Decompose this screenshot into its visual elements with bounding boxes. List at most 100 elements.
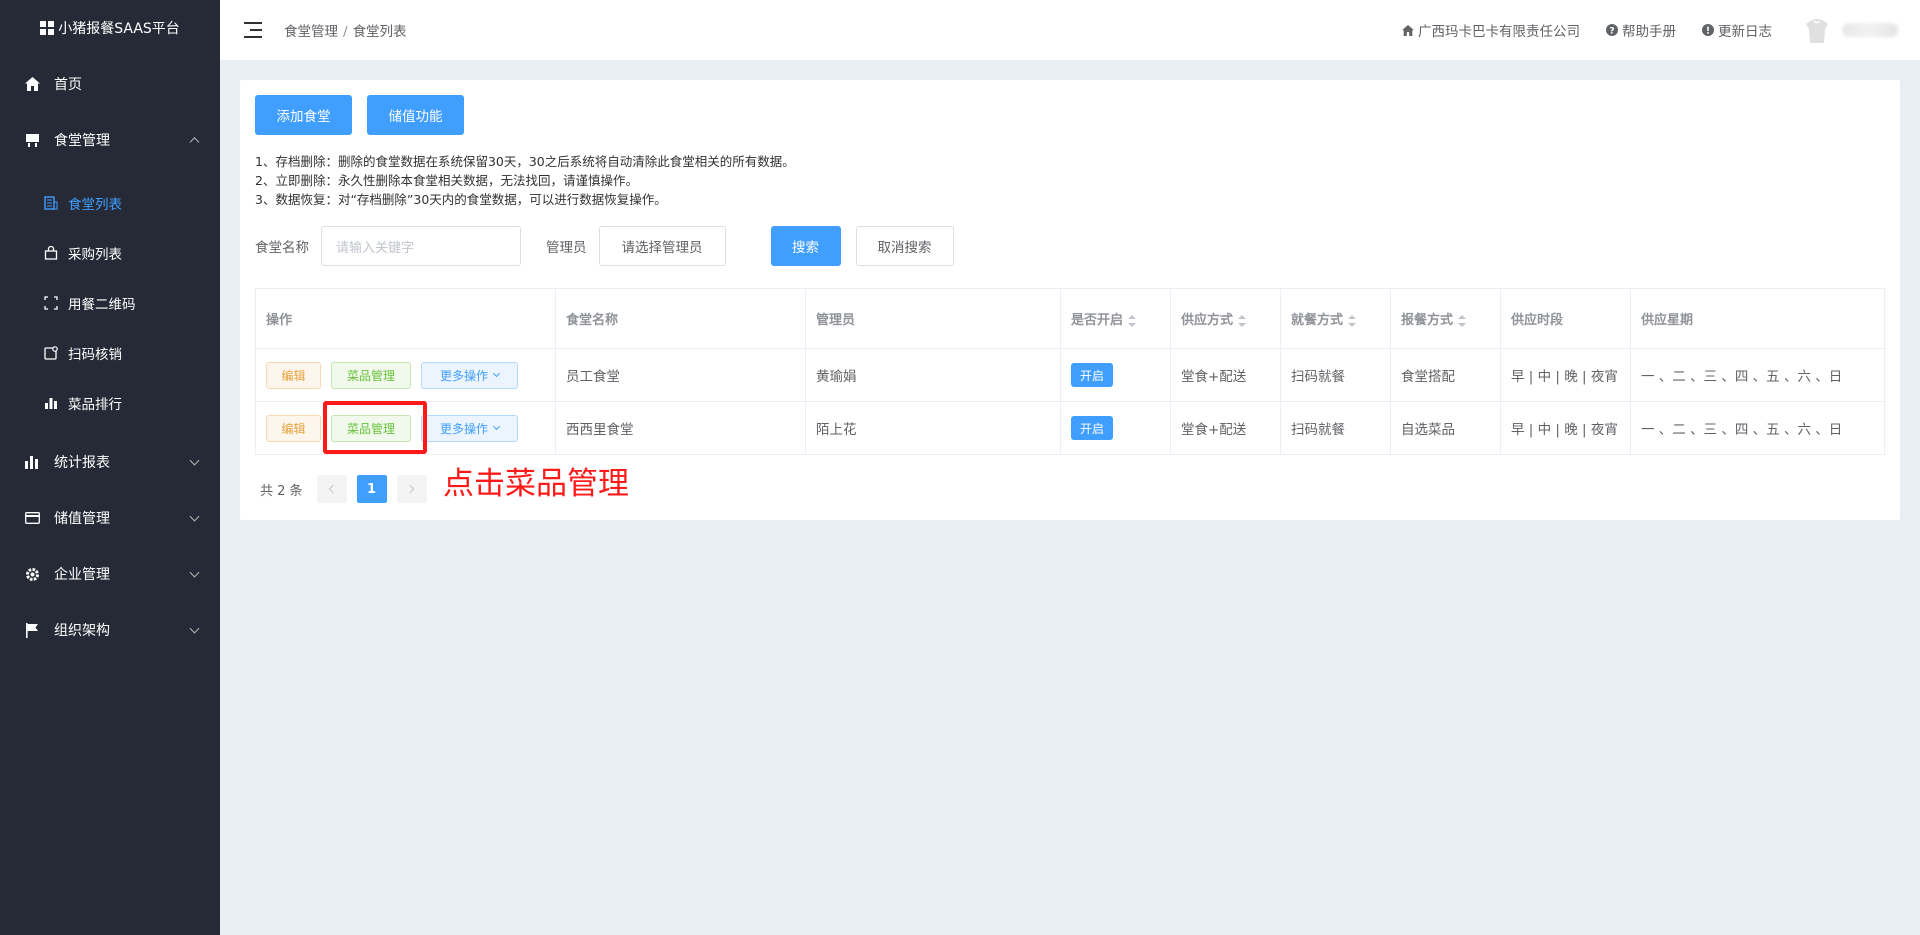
- header-right: 广西玛卡巴卡有限责任公司 ? 帮助手册 更新日志: [1402, 0, 1920, 60]
- column-header-sortable[interactable]: 报餐方式: [1390, 288, 1501, 349]
- enabled-toggle[interactable]: 开启: [1071, 416, 1113, 440]
- help-label: 帮助手册: [1622, 24, 1676, 40]
- chevron-down-icon: [189, 455, 200, 466]
- notes: 1、存档删除：删除的食堂数据在系统保留30天，30之后系统将自动清除此食堂相关的…: [255, 152, 795, 209]
- sort-icon[interactable]: [1238, 314, 1247, 327]
- app-title: 小猪报餐SAAS平台: [58, 21, 180, 37]
- more-actions-label: 更多操作: [439, 368, 488, 383]
- column-header-label: 是否开启: [1071, 313, 1124, 328]
- dish-management-button[interactable]: 菜品管理: [331, 414, 411, 442]
- cell-period: 早 | 中 | 晚 | 夜宵: [1500, 401, 1631, 455]
- admin-label: 管理员: [546, 240, 587, 256]
- sidebar-item-label: 扫码核销: [68, 347, 122, 363]
- more-actions-label: 更多操作: [439, 421, 488, 436]
- column-header-sortable[interactable]: 就餐方式: [1280, 288, 1391, 349]
- column-header: 食堂名称: [555, 288, 806, 349]
- card-icon: [24, 510, 40, 526]
- sort-icon[interactable]: [1128, 314, 1137, 327]
- breadcrumb-current: 食堂列表: [352, 24, 407, 40]
- scan-icon: [44, 346, 58, 360]
- breadcrumb-item[interactable]: 食堂管理: [284, 24, 338, 40]
- canteen-table: 操作 食堂名称 管理员 是否开启 供应方式 就餐方式 报餐方式 供应时段 供应星…: [255, 288, 1885, 455]
- canteen-icon: [24, 132, 40, 148]
- edit-button[interactable]: 编辑: [266, 414, 321, 442]
- help-link[interactable]: ? 帮助手册: [1606, 20, 1676, 40]
- sidebar-item-home[interactable]: 首页: [0, 56, 220, 112]
- username-blurred[interactable]: [1842, 23, 1898, 37]
- search-button[interactable]: 搜索: [770, 226, 841, 266]
- sidebar-item-label: 首页: [54, 77, 82, 93]
- sidebar-item-enterprise[interactable]: 企业管理: [0, 546, 220, 602]
- sidebar-item-canteen-list[interactable]: 食堂列表: [0, 178, 220, 228]
- table-header-row: 操作 食堂名称 管理员 是否开启 供应方式 就餐方式 报餐方式 供应时段 供应星…: [255, 288, 1885, 349]
- sidebar-item-canteen-management[interactable]: 食堂管理: [0, 112, 220, 168]
- note-line: 3、数据恢复：对“存档删除”30天内的食堂数据，可以进行数据恢复操作。: [255, 192, 667, 207]
- chevron-up-icon: [189, 137, 200, 148]
- chevron-down-icon: [189, 567, 200, 578]
- sidebar-item-organization[interactable]: 组织架构: [0, 602, 220, 658]
- bag-icon: [44, 246, 58, 260]
- sidebar-item-label: 用餐二维码: [68, 297, 136, 313]
- admin-select[interactable]: 请选择管理员: [598, 226, 726, 266]
- breadcrumb-separator: /: [343, 24, 348, 40]
- add-canteen-button[interactable]: 添加食堂: [255, 95, 352, 135]
- menu-toggle-icon[interactable]: [244, 22, 264, 38]
- enabled-toggle[interactable]: 开启: [1071, 363, 1113, 387]
- canteen-name-label: 食堂名称: [255, 240, 309, 256]
- column-header: 管理员: [805, 288, 1061, 349]
- prev-page-button[interactable]: [316, 475, 347, 503]
- cell-dining: 扫码就餐: [1280, 348, 1391, 402]
- company-link[interactable]: 广西玛卡巴卡有限责任公司: [1402, 20, 1580, 40]
- chevron-down-icon: [189, 511, 200, 522]
- cell-supply: 堂食+配送: [1170, 401, 1281, 455]
- sidebar-item-meal-qrcode[interactable]: 用餐二维码: [0, 278, 220, 328]
- sidebar-item-purchase-list[interactable]: 采购列表: [0, 228, 220, 278]
- sort-icon[interactable]: [1458, 314, 1467, 327]
- edit-button[interactable]: 编辑: [266, 361, 321, 389]
- chevron-down-icon: [189, 623, 200, 634]
- sidebar-item-stored-value[interactable]: 储值管理: [0, 490, 220, 546]
- app-logo[interactable]: 小猪报餐SAAS平台: [0, 0, 220, 56]
- info-icon: [1702, 24, 1714, 36]
- sidebar: 小猪报餐SAAS平台 首页 食堂管理 食堂列表 采购列表 用餐二维码 扫码核销 …: [0, 0, 220, 935]
- sort-icon[interactable]: [1348, 314, 1357, 327]
- sidebar-item-dish-ranking[interactable]: 菜品排行: [0, 378, 220, 428]
- avatar[interactable]: [1802, 15, 1832, 45]
- page-number[interactable]: 1: [356, 475, 387, 503]
- dish-management-button[interactable]: 菜品管理: [331, 361, 411, 389]
- column-header: 供应星期: [1630, 288, 1885, 349]
- top-header: 食堂管理 / 食堂列表 广西玛卡巴卡有限责任公司 ? 帮助手册 更新日志: [220, 0, 1920, 60]
- canteen-name-input[interactable]: 请输入关键字: [321, 226, 521, 266]
- more-actions-button[interactable]: 更多操作: [421, 414, 518, 442]
- more-actions-button[interactable]: 更多操作: [421, 361, 518, 389]
- sidebar-item-statistics[interactable]: 统计报表: [0, 434, 220, 490]
- column-header-sortable[interactable]: 供应方式: [1170, 288, 1281, 349]
- table-row: 编辑 菜品管理 更多操作 员工食堂 黄瑜娟 开启 堂食+配送 扫码就餐 食堂搭配 早…: [255, 348, 1885, 402]
- sidebar-item-label: 食堂列表: [68, 197, 122, 213]
- changelog-link[interactable]: 更新日志: [1702, 20, 1772, 40]
- breadcrumb: 食堂管理 / 食堂列表: [284, 20, 407, 40]
- chevron-down-icon: [492, 369, 501, 378]
- column-header-label: 就餐方式: [1291, 313, 1344, 328]
- sidebar-item-label: 企业管理: [54, 567, 110, 583]
- stats-icon: [24, 454, 40, 470]
- sidebar-item-scan-verify[interactable]: 扫码核销: [0, 328, 220, 378]
- cancel-search-button[interactable]: 取消搜索: [855, 226, 954, 266]
- stored-value-button[interactable]: 储值功能: [367, 95, 464, 135]
- sidebar-item-label: 采购列表: [68, 247, 122, 263]
- cell-admin: 陌上花: [805, 401, 1061, 455]
- flag-icon: [24, 622, 40, 638]
- qrcode-icon: [44, 296, 58, 310]
- sidebar-item-label: 统计报表: [54, 455, 110, 471]
- note-line: 2、立即删除：永久性删除本食堂相关数据，无法找回，请谨慎操作。: [255, 173, 638, 188]
- next-page-button[interactable]: [396, 475, 427, 503]
- cell-week: 一 、二 、三 、四 、五 、六 、日: [1630, 348, 1885, 402]
- row-actions: 编辑 菜品管理 更多操作: [255, 401, 556, 455]
- bar-chart-icon: [44, 396, 58, 410]
- list-icon: [44, 196, 58, 210]
- column-header-label: 供应方式: [1181, 313, 1234, 328]
- note-line: 1、存档删除：删除的食堂数据在系统保留30天，30之后系统将自动清除此食堂相关的…: [255, 154, 795, 169]
- gear-icon: [24, 566, 40, 582]
- column-header-sortable[interactable]: 是否开启: [1060, 288, 1171, 349]
- table-row: 编辑 菜品管理 更多操作 西西里食堂 陌上花 开启 堂食+配送 扫码就餐 自选菜品 …: [255, 401, 1885, 455]
